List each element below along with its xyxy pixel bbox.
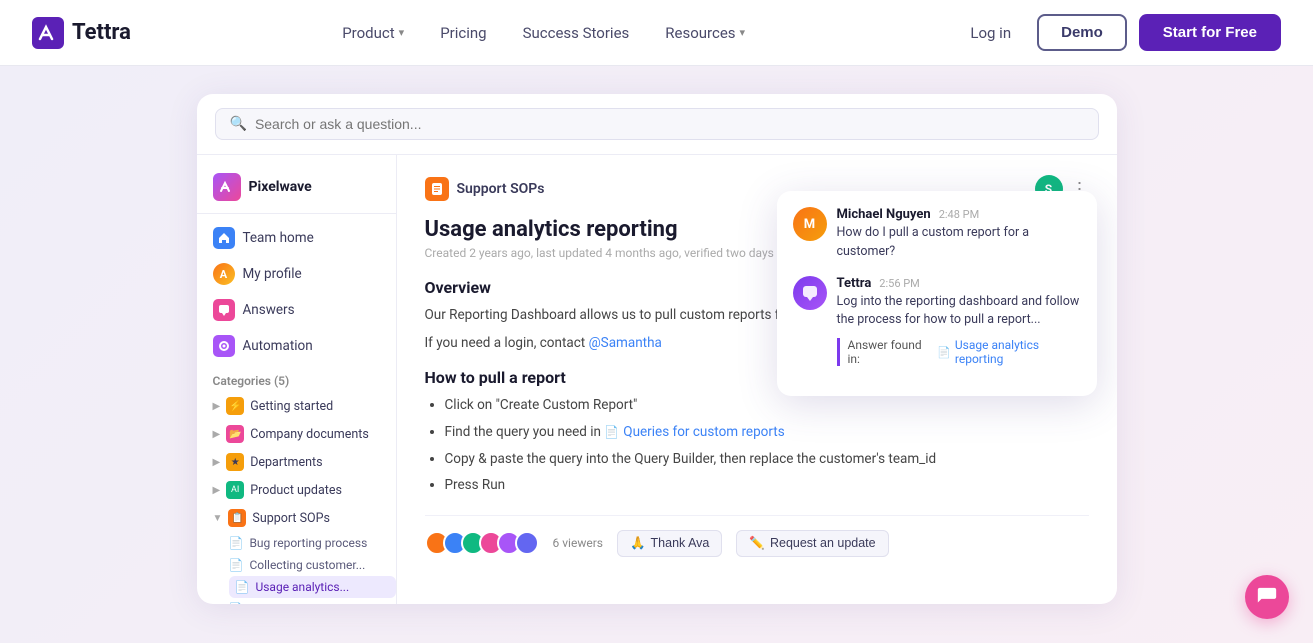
page-icon [425, 177, 449, 201]
michael-avatar: M [793, 207, 827, 241]
kb-sidebar: Pixelwave Team home A My profile An [197, 155, 397, 604]
search-wrapper: 🔍 [215, 108, 1099, 140]
chevron-down-icon: ▾ [399, 26, 405, 39]
sidebar-item-answers[interactable]: Answers [197, 292, 396, 328]
chevron-right-icon: ▶ [213, 429, 221, 440]
chat-answer-ref: Answer found in: 📄 Usage analytics repor… [837, 338, 1081, 366]
main-content: 🔍 Pixelwave Team home [0, 66, 1313, 643]
contact-link[interactable]: @Samantha [589, 335, 662, 351]
navbar: Tettra Product ▾ Pricing Success Stories… [0, 0, 1313, 66]
chat-text-2: Log into the reporting dashboard and fol… [837, 293, 1081, 331]
getting-started-icon: ⚡ [226, 397, 244, 415]
doc-icon: 📄 [229, 602, 244, 604]
chat-name-michael: Michael Nguyen [837, 207, 931, 222]
kb-title-row: Support SOPs [425, 177, 545, 201]
doc-icon: 📄 [229, 536, 244, 550]
list-item: Find the query you need in 📄 Queries for… [445, 422, 1089, 444]
chat-time-2: 2:56 PM [879, 277, 919, 290]
thank-ava-button[interactable]: 🙏 Thank Ava [617, 530, 722, 557]
sidebar-sub-usage-analytics[interactable]: 📄 Usage analytics... [229, 576, 396, 598]
nav-links: Product ▾ Pricing Success Stories Resour… [328, 16, 759, 50]
chevron-right-icon: ▶ [213, 457, 221, 468]
chat-answer-link[interactable]: Usage analytics reporting [955, 338, 1081, 366]
thank-icon: 🙏 [630, 536, 646, 551]
list-item: Press Run [445, 475, 1089, 497]
chevron-right-icon: ▶ [213, 485, 221, 496]
sidebar-sub-items: 📄 Bug reporting process 📄 Collecting cus… [197, 532, 396, 604]
chat-header-2: Tettra 2:56 PM [837, 276, 1081, 291]
nav-resources[interactable]: Resources ▾ [651, 16, 759, 50]
chat-popup: M Michael Nguyen 2:48 PM How do I pull a… [777, 191, 1097, 396]
sidebar-sub-bug-reporting[interactable]: 📄 Bug reporting process [229, 532, 396, 554]
brand-name: Pixelwave [249, 179, 312, 195]
logo: Tettra [32, 17, 131, 49]
kb-container: 🔍 Pixelwave Team home [197, 94, 1117, 604]
chat-name-tettra: Tettra [837, 276, 872, 291]
request-update-button[interactable]: ✏️ Request an update [736, 530, 888, 557]
nav-pricing[interactable]: Pricing [426, 16, 500, 50]
kb-footer: 6 viewers 🙏 Thank Ava ✏️ Request an upda… [425, 515, 1089, 557]
nav-success-stories[interactable]: Success Stories [509, 16, 644, 50]
chat-message-1: M Michael Nguyen 2:48 PM How do I pull a… [793, 207, 1081, 262]
search-bar: 🔍 [197, 94, 1117, 155]
chevron-down-icon: ▼ [213, 513, 223, 524]
profile-icon: A [213, 263, 235, 285]
sidebar-item-automation[interactable]: Automation [197, 328, 396, 364]
list-item: Copy & paste the query into the Query Bu… [445, 449, 1089, 471]
chat-content-2: Tettra 2:56 PM Log into the reporting da… [837, 276, 1081, 367]
sidebar-category-departments[interactable]: ▶ ★ Departments [197, 448, 396, 476]
pencil-icon: ✏️ [749, 536, 765, 551]
doc-ref-icon: 📄 [604, 423, 619, 442]
brand-icon [213, 173, 241, 201]
sidebar-item-team-home[interactable]: Team home [197, 220, 396, 256]
search-icon: 🔍 [230, 116, 247, 132]
logo-text: Tettra [72, 20, 131, 45]
tettra-avatar [793, 276, 827, 310]
sidebar-category-company-docs[interactable]: ▶ 📂 Company documents [197, 420, 396, 448]
demo-button[interactable]: Demo [1037, 14, 1127, 51]
support-sops-icon: 📋 [228, 509, 246, 527]
sidebar-sub-collecting[interactable]: 📄 Collecting customer... [229, 554, 396, 576]
sidebar-brand: Pixelwave [197, 167, 396, 214]
start-free-button[interactable]: Start for Free [1139, 14, 1281, 51]
sidebar-item-my-profile[interactable]: A My profile [197, 256, 396, 292]
doc-icon: 📄 [235, 580, 250, 594]
logo-icon [32, 17, 64, 49]
chat-time-1: 2:48 PM [939, 208, 979, 221]
sidebar-category-getting-started[interactable]: ▶ ⚡ Getting started [197, 392, 396, 420]
sidebar-sub-issue-escalation[interactable]: 📄 Issue escalation... [229, 598, 396, 604]
login-button[interactable]: Log in [956, 16, 1025, 50]
home-icon [213, 227, 235, 249]
automation-icon [213, 335, 235, 357]
chat-text-1: How do I pull a custom report for a cust… [837, 224, 1081, 262]
viewers-count: 6 viewers [553, 536, 603, 550]
kb-page-title: Support SOPs [457, 181, 545, 197]
sidebar-category-product-updates[interactable]: ▶ AI Product updates [197, 476, 396, 504]
company-docs-icon: 📂 [226, 425, 244, 443]
viewer-avatars [425, 531, 539, 555]
list-item: Click on "Create Custom Report" [445, 395, 1089, 417]
chat-message-2: Tettra 2:56 PM Log into the reporting da… [793, 276, 1081, 367]
kb-content: Support SOPs S ⋮ Usage analytics reporti… [397, 155, 1117, 604]
answers-icon [213, 299, 235, 321]
chevron-down-icon: ▾ [740, 26, 746, 39]
kb-body: Pixelwave Team home A My profile An [197, 155, 1117, 604]
doc-ref-icon: 📄 [937, 346, 951, 359]
chat-header-1: Michael Nguyen 2:48 PM [837, 207, 1081, 222]
queries-link[interactable]: Queries for custom reports [623, 422, 784, 444]
chevron-right-icon: ▶ [213, 401, 221, 412]
steps-list: Click on "Create Custom Report" Find the… [425, 395, 1089, 497]
product-updates-icon: AI [226, 481, 244, 499]
chat-content-1: Michael Nguyen 2:48 PM How do I pull a c… [837, 207, 1081, 262]
nav-product[interactable]: Product ▾ [328, 16, 418, 50]
search-input[interactable] [255, 116, 1084, 132]
nav-actions: Log in Demo Start for Free [956, 14, 1281, 51]
sidebar-category-support-sops[interactable]: ▼ 📋 Support SOPs [197, 504, 396, 532]
categories-label: Categories (5) [197, 364, 396, 392]
departments-icon: ★ [226, 453, 244, 471]
doc-icon: 📄 [229, 558, 244, 572]
chat-fab-button[interactable] [1245, 575, 1289, 619]
viewer-avatar [515, 531, 539, 555]
